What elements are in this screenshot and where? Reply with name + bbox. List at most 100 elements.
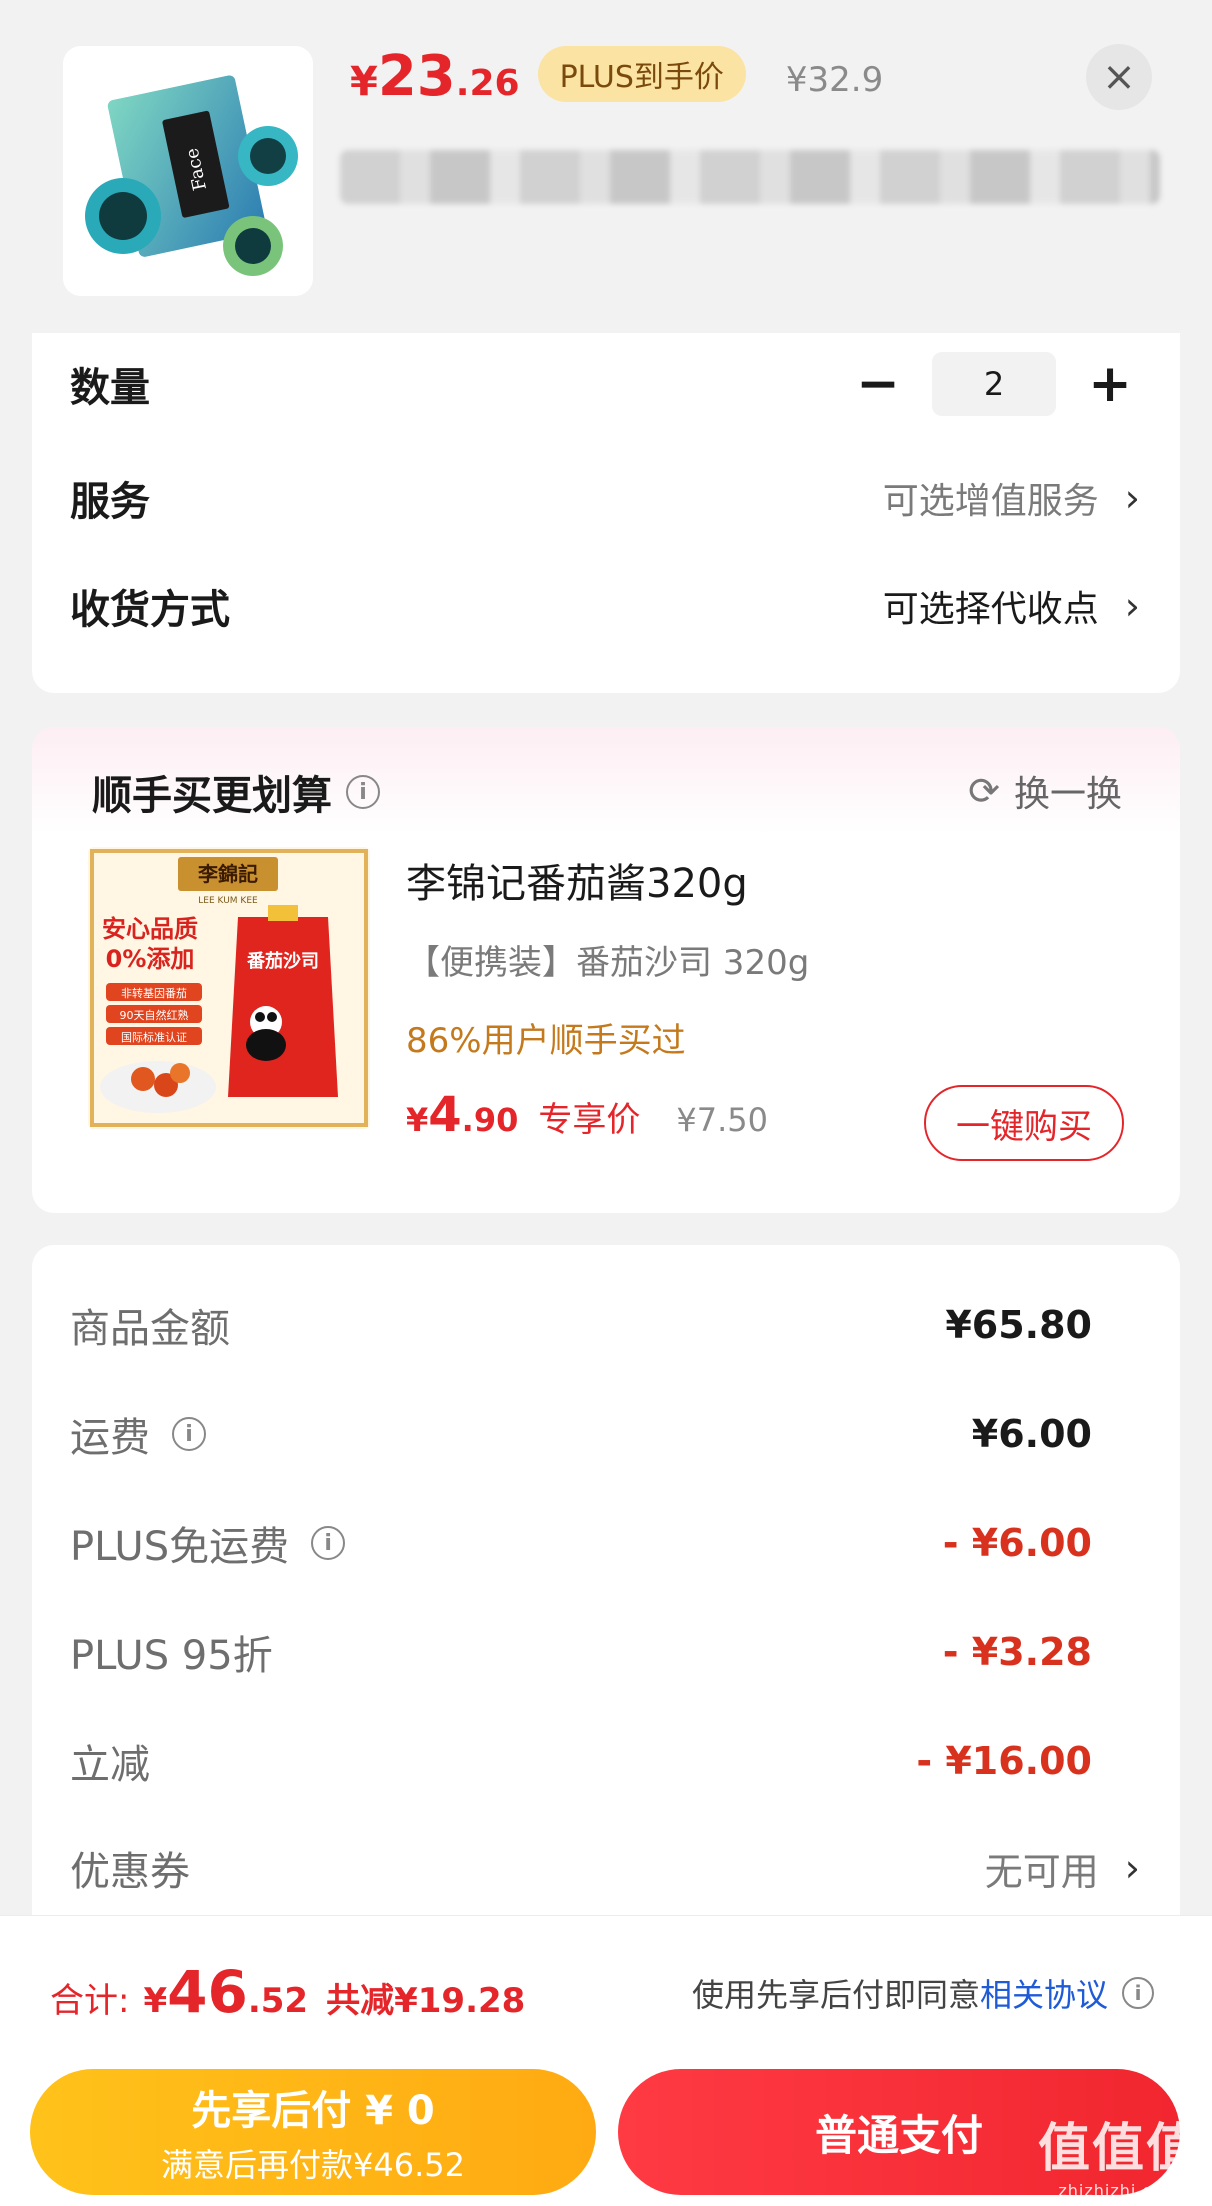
pay-later-button[interactable]: 先享后付 ¥ 0 满意后再付款¥46.52 — [30, 2069, 596, 2195]
watermark-sub: zhizhizhi.com — [1058, 2181, 1180, 2200]
plus-free-shipping-value: - ¥6.00 — [942, 1521, 1092, 1565]
addon-price-integer: 4 — [428, 1087, 462, 1143]
tag-3-text: 国际标准认证 — [121, 1030, 187, 1044]
price-integer: 23 — [377, 44, 456, 109]
service-value: 可选增值服务 › — [883, 472, 1140, 524]
increase-button[interactable]: + — [1080, 354, 1140, 414]
coupon-value-text: 无可用 — [984, 1849, 1099, 1894]
addon-price-row: ¥4.90 专享价 ¥7.50 — [406, 1087, 768, 1143]
agreement-text: 使用先享后付即同意 — [691, 1976, 980, 2014]
service-value-text: 可选增值服务 — [882, 481, 1099, 522]
total-decimal: .52 — [247, 1981, 309, 2021]
tag-1-text: 非转基因番茄 — [121, 986, 187, 1000]
summary-row-plus-free-shipping: PLUS免运费 i - ¥6.00 — [70, 1513, 1092, 1573]
order-total: 合计: ¥46.52 共减¥19.28 — [50, 1958, 525, 2026]
shipping-value: ¥6.00 — [971, 1412, 1092, 1456]
exclusive-price-tag: 专享价 — [538, 1100, 641, 1140]
swap-button[interactable]: ⟳ 换一换 — [968, 765, 1122, 817]
additive-text: 0%添加 — [106, 945, 195, 973]
info-icon[interactable]: i — [1122, 1977, 1154, 2009]
service-label: 服务 — [70, 479, 150, 525]
plus-free-shipping-label: PLUS免运费 i — [70, 1514, 346, 1572]
decrease-button[interactable]: − — [848, 354, 908, 414]
refresh-icon: ⟳ — [968, 769, 1000, 813]
coupon-value: 无可用 › — [985, 1841, 1140, 1896]
info-icon[interactable]: i — [172, 1417, 206, 1451]
service-row[interactable]: 服务 可选增值服务 › — [70, 468, 1140, 528]
total-symbol: ¥ — [143, 1981, 168, 2021]
instant-discount-value: - ¥16.00 — [916, 1739, 1092, 1783]
total-label: 合计: — [50, 1981, 130, 2021]
addon-product-spec: 【便携装】番茄沙司 320g — [406, 943, 810, 983]
payment-buttons-bar: 先享后付 ¥ 0 满意后再付款¥46.52 普通支付 值值值 zhizhizhi… — [0, 2055, 1212, 2206]
summary-row-shipping: 运费 i ¥6.00 — [70, 1404, 1092, 1464]
price-summary-card: 商品金额 ¥65.80 运费 i ¥6.00 PLUS免运费 i - ¥6.00… — [32, 1245, 1180, 1945]
summary-row-goods: 商品金额 ¥65.80 — [70, 1295, 1092, 1355]
product-price-row: ¥23.26 PLUS到手价 ¥32.9 — [350, 44, 883, 114]
info-icon[interactable]: i — [311, 1526, 346, 1560]
quantity-stepper: − 2 + — [848, 352, 1140, 416]
pouch-text: 番茄沙司 — [246, 950, 319, 972]
delivery-value: 可选择代收点 › — [883, 580, 1140, 632]
delivery-value-text: 可选择代收点 — [882, 589, 1099, 630]
quality-text: 安心品质 — [102, 915, 198, 943]
product-price: ¥23.26 — [350, 44, 520, 109]
plus-price-badge: PLUS到手价 — [537, 46, 746, 102]
summary-row-plus-discount: PLUS 95折 - ¥3.28 — [70, 1622, 1092, 1682]
chevron-right-icon: › — [1124, 476, 1140, 520]
chevron-right-icon: › — [1124, 1846, 1140, 1890]
close-button[interactable]: × — [1086, 44, 1152, 110]
goods-amount-value: ¥65.80 — [945, 1303, 1092, 1347]
brand-text: 李錦記 — [197, 862, 258, 886]
addon-price: ¥4.90 — [406, 1087, 518, 1143]
goods-amount-label: 商品金额 — [70, 1306, 230, 1352]
watermark: 值值值 zhizhizhi.com — [1038, 2106, 1200, 2200]
swap-label: 换一换 — [1013, 774, 1122, 815]
summary-row-coupon[interactable]: 优惠券 无可用 › — [70, 1838, 1140, 1898]
blurred-product-title — [340, 150, 1160, 204]
purchase-options-card: 数量 − 2 + 服务 可选增值服务 › 收货方式 可选择代收点 › — [32, 333, 1180, 693]
price-symbol: ¥ — [350, 59, 378, 105]
instant-discount-label: 立减 — [70, 1742, 150, 1788]
original-price: ¥32.9 — [785, 60, 884, 100]
ketchup-product-illustration: 李錦記 LEE KUM KEE 安心品质 0%添加 非转基因番茄 90天自然红熟… — [88, 847, 370, 1129]
pay-later-title: 先享后付 ¥ 0 — [191, 2088, 435, 2134]
product-header: Face ¥23.26 PLUS到手价 ¥32.9 × — [0, 0, 1212, 320]
watermark-main: 值值值 — [1037, 2119, 1200, 2179]
addon-product-image[interactable]: 李錦記 LEE KUM KEE 安心品质 0%添加 非转基因番茄 90天自然红熟… — [88, 847, 370, 1129]
addon-title: 顺手买更划算 i — [92, 763, 380, 821]
addon-product-name[interactable]: 李锦记番茄酱320g — [406, 851, 748, 909]
plus-discount-value: - ¥3.28 — [942, 1630, 1092, 1674]
normal-pay-label: 普通支付 — [814, 2110, 983, 2160]
delivery-row[interactable]: 收货方式 可选择代收点 › — [70, 576, 1140, 636]
price-decimal: .26 — [455, 63, 520, 104]
one-click-buy-button[interactable]: 一键购买 — [924, 1085, 1124, 1161]
info-icon[interactable]: i — [346, 775, 380, 809]
plus-discount-label: PLUS 95折 — [70, 1633, 273, 1679]
product-image: Face — [63, 46, 313, 296]
coupon-label: 优惠券 — [70, 1849, 190, 1895]
total-amount: ¥46.52 — [143, 1958, 308, 2026]
close-icon: × — [1102, 54, 1136, 100]
chevron-right-icon: › — [1124, 584, 1140, 628]
tissue-product-illustration: Face — [63, 46, 313, 296]
shipping-label: 运费 i — [70, 1405, 206, 1463]
addon-title-text: 顺手买更划算 — [92, 773, 332, 819]
summary-row-instant-discount: 立减 - ¥16.00 — [70, 1731, 1092, 1791]
plus-free-shipping-label-text: PLUS免运费 — [70, 1524, 290, 1570]
quantity-input[interactable]: 2 — [932, 352, 1056, 416]
addon-original-price: ¥7.50 — [676, 1101, 768, 1139]
addon-price-symbol: ¥ — [406, 1101, 429, 1139]
addon-price-decimal: .90 — [461, 1101, 519, 1139]
total-integer: 46 — [167, 1958, 248, 2026]
shipping-label-text: 运费 — [70, 1415, 150, 1461]
order-total-bar: 合计: ¥46.52 共减¥19.28 使用先享后付即同意 相关协议 i — [0, 1915, 1212, 2055]
addon-recommendation-card: 顺手买更划算 i ⟳ 换一换 李錦記 LEE KUM KEE 安心品质 0%添加… — [32, 727, 1180, 1213]
quantity-row: 数量 − 2 + — [70, 347, 1140, 421]
total-saved: 共减¥19.28 — [326, 1981, 526, 2021]
tag-2-text: 90天自然红熟 — [120, 1008, 189, 1022]
pay-later-subtitle: 满意后再付款¥46.52 — [161, 2146, 465, 2184]
quantity-label: 数量 — [70, 365, 150, 411]
agreement-link[interactable]: 相关协议 — [980, 1970, 1108, 2016]
brand-en-text: LEE KUM KEE — [198, 896, 258, 906]
